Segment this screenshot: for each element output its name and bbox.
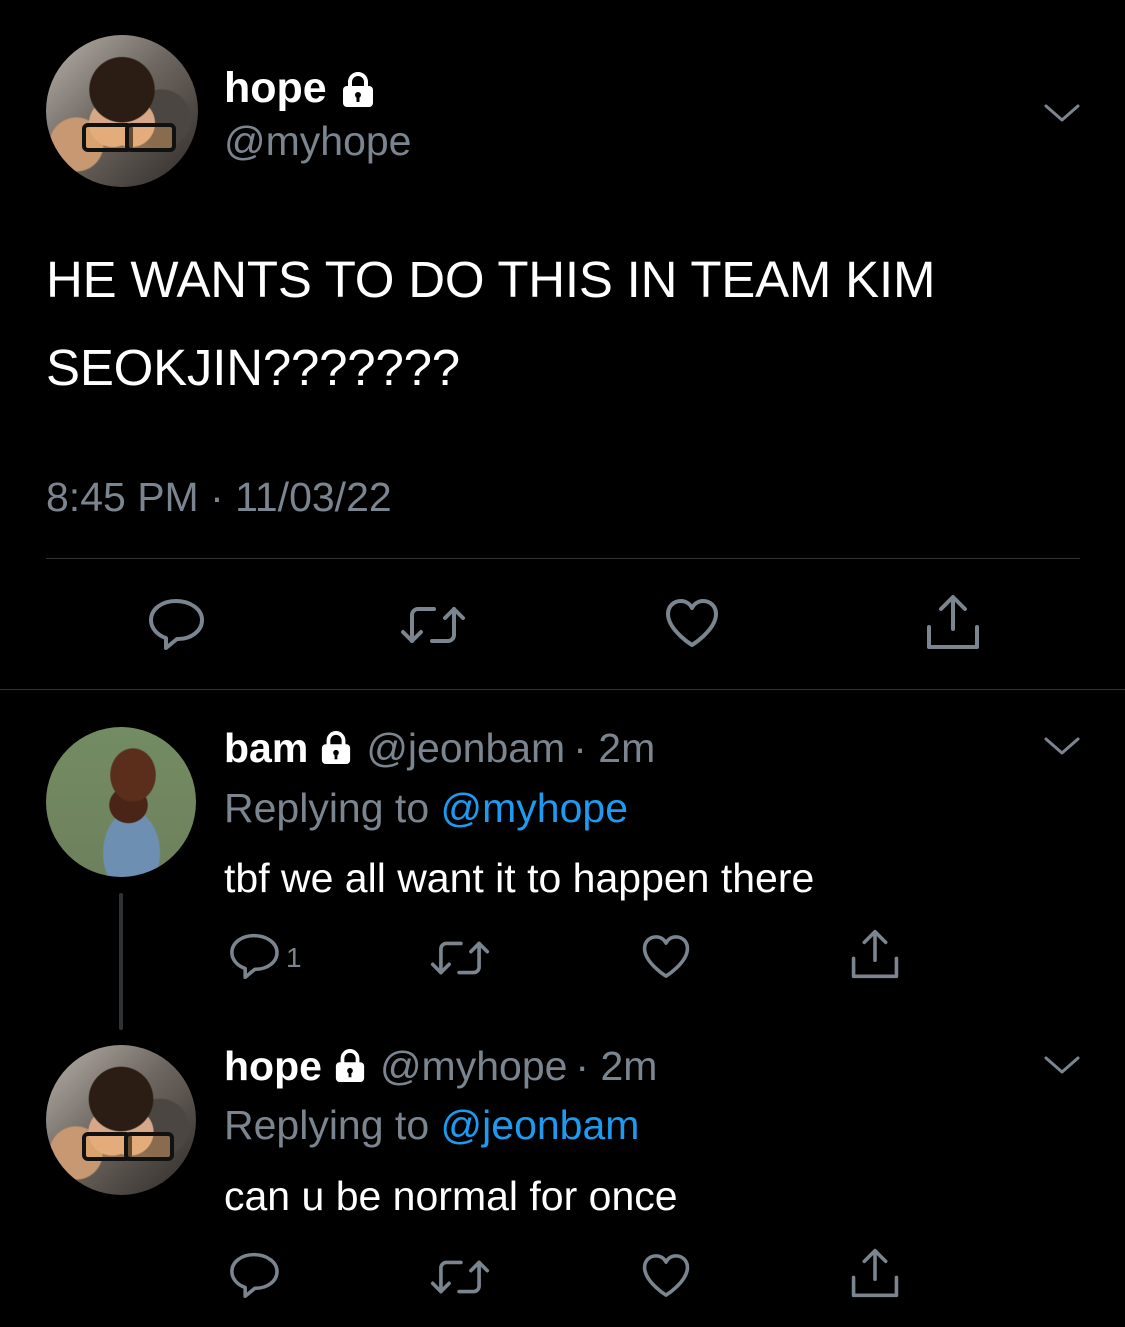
tweet-text-line: SEOKJIN??????? [46, 339, 460, 397]
retweet-icon[interactable] [430, 1257, 490, 1297]
lock-icon [334, 1049, 366, 1083]
reply-icon[interactable] [228, 1252, 280, 1298]
timestamp[interactable]: 8:45 PM · 11/03/22 [46, 474, 392, 521]
share-icon[interactable] [925, 593, 981, 651]
replying-prefix: Replying to [224, 1102, 430, 1148]
share-icon[interactable] [850, 1247, 900, 1299]
divider [0, 689, 1125, 690]
author-row: hope [224, 62, 375, 114]
thread-line [119, 893, 123, 1030]
chevron-down-icon[interactable] [1042, 1052, 1082, 1083]
divider [46, 558, 1080, 559]
display-name[interactable]: hope [224, 1043, 322, 1090]
retweet-icon[interactable] [400, 603, 466, 647]
handle[interactable]: @myhope [224, 118, 411, 165]
retweet-icon[interactable] [430, 938, 490, 978]
reply-text: can u be normal for once [224, 1173, 678, 1219]
heart-icon[interactable] [641, 1253, 691, 1298]
reply-text: tbf we all want it to happen there [224, 855, 815, 901]
replying-prefix: Replying to [224, 785, 430, 831]
chevron-down-icon[interactable] [1042, 100, 1082, 131]
handle[interactable]: @myhope [380, 1043, 567, 1090]
replying-to: Replying to @jeonbam [224, 1102, 639, 1149]
reply-icon[interactable] [228, 933, 280, 979]
handle[interactable]: @jeonbam [366, 725, 565, 772]
avatar[interactable] [46, 1045, 196, 1195]
heart-icon[interactable] [664, 598, 720, 648]
reply-count: 1 [286, 942, 302, 973]
tweet-text-line: HE WANTS TO DO THIS IN TEAM KIM [46, 251, 936, 308]
chevron-down-icon[interactable] [1042, 733, 1082, 764]
author-row: hope @myhope · 2m [224, 1041, 657, 1091]
share-icon[interactable] [850, 928, 900, 980]
avatar[interactable] [46, 727, 196, 877]
heart-icon[interactable] [641, 934, 691, 979]
relative-time: · 2m [573, 724, 656, 771]
display-name[interactable]: hope [224, 64, 327, 113]
avatar[interactable] [46, 35, 198, 187]
display-name[interactable]: bam [224, 725, 308, 772]
replying-to: Replying to @myhope [224, 785, 628, 832]
mention-link[interactable]: @myhope [441, 785, 628, 831]
lock-icon [341, 72, 375, 108]
relative-time: · 2m [575, 1042, 658, 1089]
lock-icon [320, 731, 352, 765]
tweet-text: HE WANTS TO DO THIS IN TEAM KIM SEOKJIN?… [46, 236, 1086, 412]
author-row: bam @jeonbam · 2m [224, 723, 655, 773]
mention-link[interactable]: @jeonbam [441, 1102, 640, 1148]
reply-icon[interactable] [147, 598, 205, 650]
